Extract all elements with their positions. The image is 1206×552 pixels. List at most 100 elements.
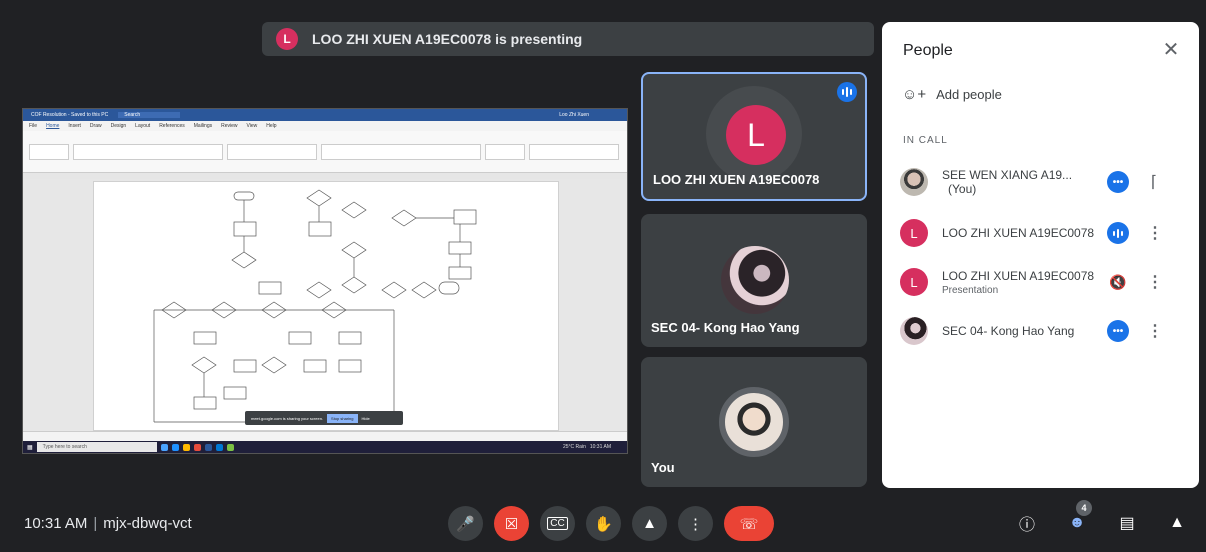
participant-photo [900,168,928,196]
participant-name: LOO ZHI XUEN A19EC0078 [942,226,1095,240]
document-page [93,181,559,431]
present-button[interactable]: ▲ [632,506,667,541]
speaking-indicator-icon [1107,222,1129,244]
presenting-banner: L LOO ZHI XUEN A19EC0078 is presenting [262,22,874,56]
word-ribbon [23,131,627,173]
participant-photo [721,246,789,314]
participant-name: SEC 04- Kong Hao Yang [651,320,800,335]
in-call-label: IN CALL [903,135,948,146]
hand-icon: ✋ [594,515,613,533]
participant-photo [719,387,789,457]
call-controls: 🎤 ☒ CC ✋ ▲ ⋮ ☏ [448,506,774,541]
participant-avatar: L [900,219,928,247]
separator: | [93,515,98,532]
word-menu-item: File [29,123,38,129]
add-person-icon: ☺+ [902,86,927,103]
word-menu-item: Mailings [193,123,213,129]
participant-avatar: L [726,105,786,165]
windows-taskbar: ▦ Type here to search 25°C Rain 10:31 AM [23,441,627,453]
participant-row[interactable]: L LOO ZHI XUEN A19EC0078 ⋮ [900,213,1185,253]
presenter-avatar: L [276,28,298,50]
participant-name: You [651,460,675,475]
participant-name-text: SEE WEN XIANG A19... [942,168,1073,182]
captions-icon: CC [547,517,568,530]
more-vert-icon[interactable]: ⋮ [1147,272,1163,292]
participant-name: LOO ZHI XUEN A19EC0078 [653,172,820,187]
participant-row[interactable]: SEC 04- Kong Hao Yang ••• ⋮ [900,311,1185,351]
word-menu-item: View [246,123,258,129]
add-people-button[interactable]: ☺+ Add people [902,86,1002,103]
word-menu-bar: File Home Insert Draw Design Layout Refe… [23,121,627,131]
more-vert-icon: ⋮ [688,515,703,533]
word-menu-item: Review [221,123,238,129]
meeting-code: mjx-dbwq-vct [103,515,192,532]
document-title: COF Resolution - Saved to this PC [31,112,109,118]
microphone-button[interactable]: 🎤 [448,506,483,541]
more-vert-icon[interactable]: ⋮ [1147,321,1163,341]
muted-icon: 🔇 [1109,274,1127,290]
flowchart-drawing [153,189,477,423]
camera-button[interactable]: ☒ [494,506,529,541]
participant-row[interactable]: SEE WEN XIANG A19... (You) ••• ⌈ [900,162,1185,202]
raise-hand-button[interactable]: ✋ [586,506,621,541]
participant-name: SEC 04- Kong Hao Yang [942,324,1075,338]
you-label: (You) [948,182,977,196]
more-options-button[interactable]: ⋮ [678,506,713,541]
participant-row[interactable]: L LOO ZHI XUEN A19EC0078 Presentation 🔇 … [900,262,1185,302]
word-menu-item: Draw [89,123,102,129]
taskbar-app-icon [215,443,223,451]
close-icon[interactable]: ✕ [1159,38,1183,62]
people-icon: ☻ [1068,514,1086,531]
people-count-badge: 4 [1076,500,1092,516]
ribbon-editing [485,143,525,160]
activities-icon: ▲ [1169,514,1185,531]
meeting-info: 10:31 AM | mjx-dbwq-vct [24,515,192,532]
captions-button[interactable]: CC [540,506,575,541]
screen-share-notice: meet.google.com is sharing your screen. … [245,411,403,425]
word-search-box: Search [118,112,181,118]
word-menu-item: Insert [68,123,81,129]
meeting-details-button[interactable]: ⓘ [1012,508,1042,538]
more-options-icon[interactable]: ••• [1107,320,1129,342]
info-icon: ⓘ [1018,517,1035,534]
taskbar-app-icon [204,443,212,451]
ribbon-paragraph [227,143,317,160]
ribbon-font [73,143,223,160]
current-time: 10:31 AM [24,515,88,532]
more-vert-icon[interactable]: ⋮ [1147,223,1163,243]
shared-screen: COF Resolution - Saved to this PC Search… [22,108,628,454]
participant-tile-self[interactable]: You [641,357,867,487]
pin-icon[interactable]: ⌈ [1147,172,1161,192]
camera-off-icon: ☒ [504,515,519,533]
add-people-label: Add people [936,87,1002,102]
taskbar-weather: 25°C Rain [563,444,586,450]
panel-title: People [903,42,953,59]
participant-avatar: L [900,268,928,296]
activities-button[interactable]: ▲ [1162,508,1192,538]
taskbar-app-icon [171,443,179,451]
share-notice-text: meet.google.com is sharing your screen. [251,415,324,421]
speaking-indicator-icon [837,82,857,102]
taskbar-app-icon [226,443,234,451]
microphone-icon: 🎤 [456,515,475,533]
present-screen-icon: ▲ [642,515,657,532]
participant-tile-presenter[interactable]: L LOO ZHI XUEN A19EC0078 [641,72,867,201]
word-menu-item: Layout [135,123,151,129]
people-button[interactable]: ☻ 4 [1062,500,1092,538]
more-options-icon[interactable]: ••• [1107,171,1129,193]
taskbar-search: Type here to search [36,442,157,452]
word-menu-item: References [159,123,185,129]
word-document-area [23,179,627,431]
word-menu-item: Home [46,123,60,129]
participant-name: LOO ZHI XUEN A19EC0078 Presentation [942,269,1107,296]
taskbar-app-icon [193,443,201,451]
people-panel: People ✕ ☺+ Add people IN CALL SEE WEN X… [882,22,1199,488]
windows-start-icon: ▦ [27,444,33,451]
word-menu-item: Design [110,123,127,129]
participant-tile[interactable]: SEC 04- Kong Hao Yang [641,214,867,347]
hide-button: Hide [361,415,370,421]
chat-button[interactable]: ▤ [1112,508,1142,538]
end-call-button[interactable]: ☏ [724,506,774,541]
taskbar-app-icon [160,443,168,451]
chat-icon: ▤ [1119,515,1135,532]
